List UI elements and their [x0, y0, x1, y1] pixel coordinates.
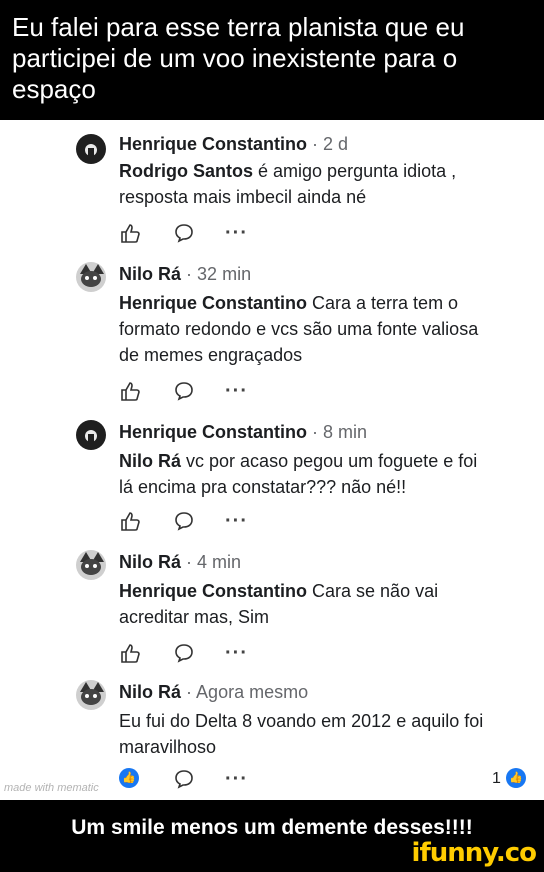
comment-text: resposta mais imbecil ainda né: [119, 187, 367, 207]
comment-header: Henrique Constantino · 2 d: [119, 134, 348, 155]
mention[interactable]: Henrique Constantino: [119, 293, 307, 313]
bottom-caption: Um smile menos um demente desses!!!!: [71, 816, 473, 839]
like-icon[interactable]: [119, 510, 141, 537]
mematic-watermark: made with mematic: [4, 782, 99, 794]
like-icon[interactable]: [119, 380, 141, 407]
comment-actions: ···: [119, 222, 279, 246]
comment-text: vc por acaso pegou um foguete e foi: [186, 451, 478, 471]
comment-text: é amigo pergunta idiota ,: [258, 161, 457, 181]
comment-actions: ···: [119, 642, 279, 666]
top-caption: Eu falei para esse terra planista que eu…: [12, 12, 465, 104]
avatar[interactable]: [76, 420, 106, 450]
timestamp[interactable]: 8 min: [323, 422, 367, 442]
like-badge-icon: 👍: [506, 768, 526, 788]
comment-text-line: Henrique Constantino Cara a terra tem o: [119, 290, 458, 316]
separator: ·: [186, 682, 193, 702]
comment-text: Cara a terra tem o: [312, 293, 459, 313]
comment-text-line: Rodrigo Santos é amigo pergunta idiota ,: [119, 158, 456, 184]
separator: ·: [186, 264, 193, 284]
comment-icon[interactable]: [173, 380, 195, 407]
comment-icon[interactable]: [173, 222, 195, 249]
like-icon[interactable]: [119, 222, 141, 249]
comment-actions: ···: [119, 510, 279, 534]
comment-icon[interactable]: [173, 510, 195, 537]
top-caption-banner: Eu falei para esse terra planista que eu…: [0, 0, 544, 120]
mention[interactable]: Henrique Constantino: [119, 581, 307, 601]
ifunny-logo: ifunny.co: [411, 838, 537, 868]
comment-actions: 👍 ···: [119, 768, 279, 792]
avatar[interactable]: [76, 550, 106, 580]
like-icon[interactable]: 👍: [119, 768, 139, 788]
author-name[interactable]: Nilo Rá: [119, 682, 181, 702]
avatar[interactable]: [76, 262, 106, 292]
comment-text-line: Nilo Rá vc por acaso pegou um foguete e …: [119, 448, 477, 474]
author-name[interactable]: Henrique Constantino: [119, 422, 307, 442]
comment-header: Henrique Constantino · 8 min: [119, 422, 367, 443]
comment-text: lá encima pra constatar??? não né!!: [119, 477, 407, 497]
more-icon[interactable]: ···: [225, 511, 248, 531]
timestamp[interactable]: Agora mesmo: [196, 682, 308, 702]
author-name[interactable]: Nilo Rá: [119, 552, 181, 572]
timestamp[interactable]: 2 d: [323, 134, 348, 154]
comment-text: Cara se não vai: [312, 581, 439, 601]
separator: ·: [186, 552, 193, 572]
comment-header: Nilo Rá · Agora mesmo: [119, 682, 308, 703]
comment-text: acreditar mas, Sim: [119, 607, 270, 627]
timestamp[interactable]: 4 min: [197, 552, 241, 572]
more-icon[interactable]: ···: [225, 381, 248, 401]
author-name[interactable]: Henrique Constantino: [119, 134, 307, 154]
more-icon[interactable]: ···: [225, 643, 248, 663]
comment-text: formato redondo e vcs são uma fonte vali…: [119, 319, 479, 339]
separator: ·: [312, 134, 319, 154]
avatar[interactable]: [76, 134, 106, 164]
comment-icon[interactable]: [173, 768, 195, 795]
comment-text-line: Henrique Constantino Cara se não vai: [119, 578, 438, 604]
comment-header: Nilo Rá · 32 min: [119, 264, 251, 285]
comment-actions: ···: [119, 380, 279, 404]
author-name[interactable]: Nilo Rá: [119, 264, 181, 284]
timestamp[interactable]: 32 min: [197, 264, 251, 284]
comment-icon[interactable]: [173, 642, 195, 669]
comment-text: maravilhoso: [119, 737, 217, 757]
more-icon[interactable]: ···: [225, 769, 248, 789]
like-icon[interactable]: [119, 642, 141, 669]
comment-text: de memes engraçados: [119, 345, 303, 365]
more-icon[interactable]: ···: [225, 223, 248, 243]
reaction-count[interactable]: 1: [492, 770, 501, 788]
separator: ·: [312, 422, 319, 442]
comment-header: Nilo Rá · 4 min: [119, 552, 241, 573]
mention[interactable]: Nilo Rá: [119, 451, 181, 471]
mention[interactable]: Rodrigo Santos: [119, 161, 253, 181]
avatar[interactable]: [76, 680, 106, 710]
comment-text: Eu fui do Delta 8 voando em 2012 e aquil…: [119, 711, 484, 731]
